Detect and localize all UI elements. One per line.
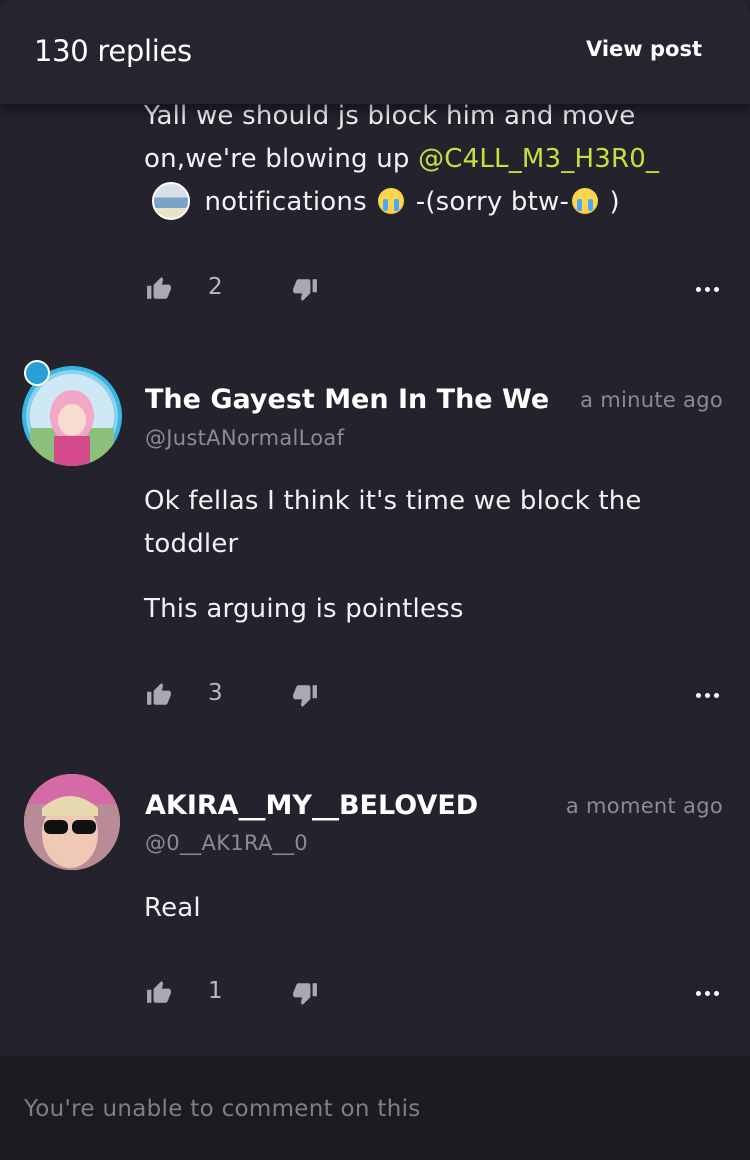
like-count: 2 bbox=[208, 274, 223, 300]
comment-disabled-footer: You're unable to comment on this bbox=[0, 1056, 750, 1160]
replies-header: 130 replies View post bbox=[0, 0, 750, 104]
more-options-icon[interactable] bbox=[696, 978, 724, 1008]
username[interactable]: AKIRA__MY__BELOVED bbox=[145, 790, 478, 821]
like-count: 1 bbox=[208, 978, 223, 1004]
comment-body: Yall we should js block him and move on,… bbox=[144, 95, 724, 224]
comment-actions: 3 bbox=[146, 680, 724, 710]
comment-disabled-message: You're unable to comment on this bbox=[24, 1096, 421, 1122]
comment-timestamp: a minute ago bbox=[580, 388, 723, 412]
user-avatar[interactable] bbox=[24, 774, 120, 870]
more-options-icon[interactable] bbox=[696, 274, 724, 304]
user-handle[interactable]: @0__AK1RA__0 bbox=[145, 831, 308, 855]
mentioned-user-avatar bbox=[152, 182, 190, 220]
comment-timestamp: a moment ago bbox=[565, 794, 723, 818]
username[interactable]: The Gayest Men In The West bbox=[145, 384, 550, 415]
comment-body: Ok fellas I think it's time we block the… bbox=[144, 486, 642, 624]
thumbs-up-icon[interactable] bbox=[146, 682, 172, 708]
comment-actions: 1 bbox=[146, 978, 724, 1008]
avatar-badge-icon bbox=[24, 360, 50, 386]
crying-emoji-icon bbox=[378, 188, 405, 214]
thumbs-up-icon[interactable] bbox=[146, 980, 172, 1006]
avatar-image bbox=[24, 774, 120, 870]
user-mention-link[interactable]: @C4LL_M3_H3R0_ bbox=[418, 144, 659, 174]
comment-body: Real bbox=[144, 893, 201, 923]
thumbs-down-icon[interactable] bbox=[292, 980, 318, 1006]
more-options-icon[interactable] bbox=[696, 680, 724, 710]
thumbs-up-icon[interactable] bbox=[146, 276, 172, 302]
comment-actions: 2 bbox=[146, 274, 724, 304]
like-count: 3 bbox=[208, 680, 223, 706]
thumbs-down-icon[interactable] bbox=[292, 276, 318, 302]
thumbs-down-icon[interactable] bbox=[292, 682, 318, 708]
crying-emoji-icon bbox=[572, 188, 599, 214]
replies-count-title: 130 replies bbox=[34, 34, 192, 68]
view-post-button[interactable]: View post bbox=[586, 37, 702, 61]
user-handle[interactable]: @JustANormalLoaf bbox=[145, 426, 344, 450]
